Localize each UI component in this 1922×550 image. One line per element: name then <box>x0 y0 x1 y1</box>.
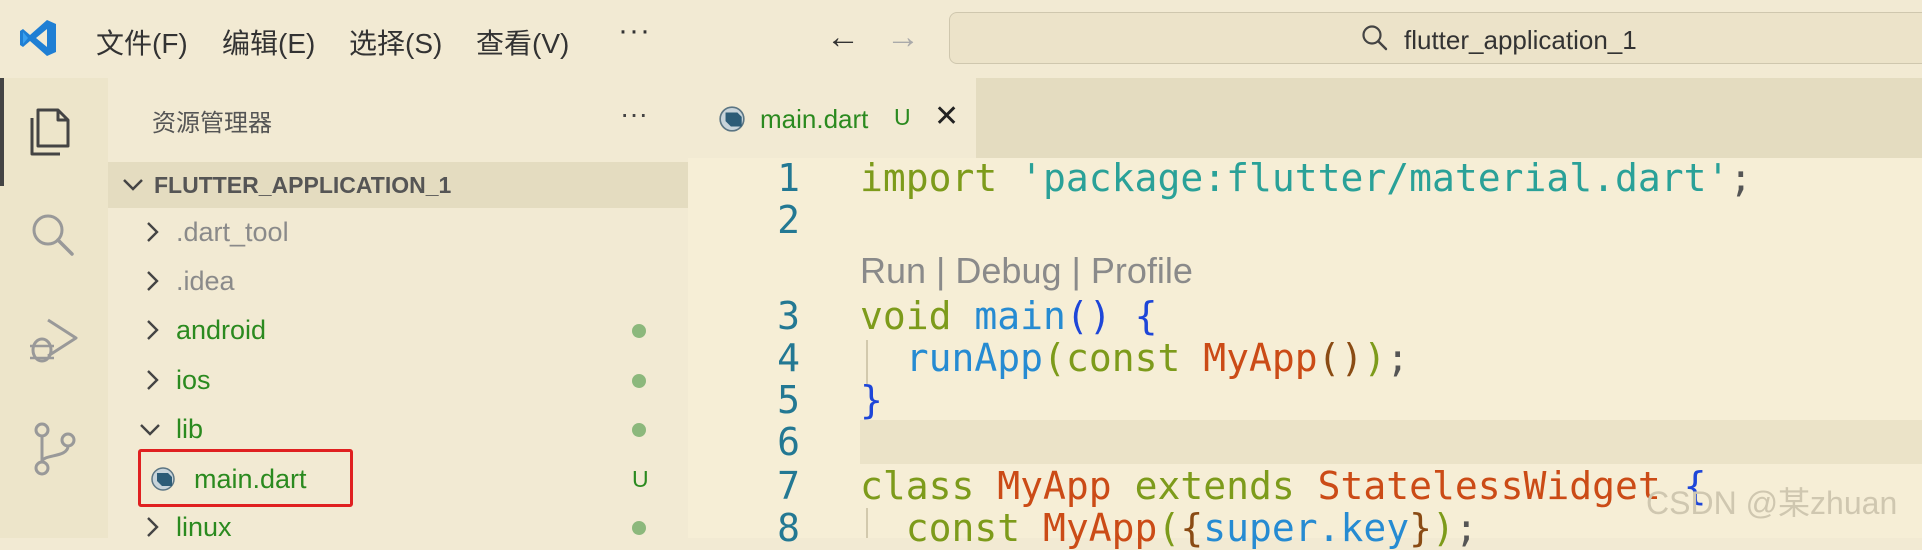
tab-main-dart[interactable]: main.dart U ✕ <box>688 78 976 158</box>
search-text: flutter_application_1 <box>1404 25 1637 55</box>
tree-item-label: lib <box>176 414 204 444</box>
line-number: 1 <box>777 156 800 200</box>
activity-bar <box>0 78 108 538</box>
code-line-1: import 'package:flutter/material.dart'; <box>860 156 1752 200</box>
menu-view[interactable]: 查看(V) <box>476 22 569 62</box>
tree-item-android[interactable]: android <box>108 307 688 353</box>
menu-edit[interactable]: 编辑(E) <box>222 22 315 62</box>
bracket: ( <box>1157 506 1181 550</box>
code-line-5: } <box>860 378 883 422</box>
keyword: const <box>905 506 1021 550</box>
workspace-folder-label: FLUTTER_APPLICATION_1 <box>154 172 452 198</box>
modified-dot <box>632 423 646 437</box>
keyword: extends <box>1134 464 1295 508</box>
workspace-folder-header[interactable]: FLUTTER_APPLICATION_1 <box>108 162 688 208</box>
chevron-down-icon <box>123 179 143 191</box>
tree-item-label: android <box>176 315 267 345</box>
string-literal: 'package:flutter/material.dart' <box>1020 156 1730 200</box>
explorer-more-button[interactable]: ··· <box>620 98 648 130</box>
line-number: 8 <box>777 506 800 550</box>
chevron-right-icon <box>147 517 159 537</box>
tab-untracked-badge: U <box>894 104 911 130</box>
class-name: MyApp <box>997 464 1112 508</box>
identifier: super.key <box>1203 506 1410 550</box>
bracket: () <box>1065 294 1112 338</box>
source-control-icon[interactable] <box>24 418 84 478</box>
code-line-8: const MyApp({super.key}); <box>860 506 1478 550</box>
chevron-right-icon <box>147 271 159 291</box>
tab-label: main.dart <box>760 104 869 134</box>
modified-dot <box>632 324 646 338</box>
tree-item-linux[interactable]: linux <box>108 504 688 550</box>
function-name: runApp <box>905 336 1044 380</box>
csdn-watermark: CSDN @某zhuan <box>1646 485 1898 521</box>
editor-tab-bar: main.dart U ✕ <box>688 78 1922 158</box>
line-number: 6 <box>777 420 800 464</box>
highlight-annotation-box <box>138 449 353 507</box>
dart-file-icon <box>719 106 745 132</box>
keyword: void <box>860 294 952 338</box>
tree-item-label: .dart_tool <box>176 217 289 247</box>
bracket: () <box>1317 336 1364 380</box>
keyword: const <box>1065 336 1181 380</box>
punctuation: ; <box>1454 506 1478 550</box>
tree-item-idea[interactable]: .idea <box>108 258 688 304</box>
command-center-search[interactable]: flutter_application_1 <box>949 12 1922 64</box>
forward-arrow-icon[interactable]: → <box>886 18 920 57</box>
menu-file[interactable]: 文件(F) <box>96 22 188 62</box>
line-number: 4 <box>777 336 800 380</box>
keyword: import <box>860 156 998 200</box>
chevron-down-icon <box>140 424 160 436</box>
bracket: ( <box>1043 336 1066 380</box>
modified-dot <box>632 521 646 535</box>
back-arrow-icon[interactable]: ← <box>826 18 860 57</box>
punctuation: ; <box>1386 336 1410 380</box>
explorer-title: 资源管理器 <box>152 110 272 137</box>
chevron-right-icon <box>147 222 159 242</box>
code-line-7: class MyApp extends StatelessWidget { <box>860 464 1707 508</box>
tree-item-dart-tool[interactable]: .dart_tool <box>108 209 688 255</box>
chevron-right-icon <box>147 370 159 390</box>
tree-item-label: .idea <box>176 266 235 296</box>
punctuation: ; <box>1729 156 1753 200</box>
close-icon[interactable]: ✕ <box>934 99 959 134</box>
code-line-4: runApp(const MyApp()); <box>860 336 1409 380</box>
line-number: 7 <box>777 464 800 508</box>
tree-item-lib[interactable]: lib <box>108 406 688 452</box>
bracket: { <box>1180 506 1204 550</box>
active-indicator <box>0 78 4 186</box>
explorer-files-icon[interactable] <box>24 100 84 160</box>
bracket: { <box>1134 294 1158 338</box>
function-name: main <box>974 294 1066 338</box>
search-icon[interactable] <box>24 206 84 266</box>
chevron-right-icon <box>147 320 159 340</box>
tree-item-ios[interactable]: ios <box>108 357 688 403</box>
bracket: ) <box>1363 336 1387 380</box>
codelens-run-debug-profile[interactable]: Run | Debug | Profile <box>860 250 1193 292</box>
run-debug-icon[interactable] <box>24 312 84 372</box>
bracket: ) <box>1432 506 1455 550</box>
keyword: class <box>860 464 975 508</box>
class-name: MyApp <box>1043 506 1158 550</box>
menu-more-button[interactable]: ··· <box>618 14 651 48</box>
line-number: 3 <box>777 294 800 338</box>
class-name: StatelessWidget <box>1317 464 1661 508</box>
current-line-highlight <box>860 420 1922 464</box>
tree-item-label: linux <box>176 512 232 542</box>
menu-selection[interactable]: 选择(S) <box>349 22 442 62</box>
title-bar: 文件(F) 编辑(E) 选择(S) 查看(V) ··· ← → flutter_… <box>0 0 1922 78</box>
tree-item-label: ios <box>176 365 211 395</box>
vscode-logo-icon[interactable] <box>18 18 58 58</box>
line-number: 2 <box>777 198 800 242</box>
line-number: 5 <box>777 378 800 422</box>
search-icon <box>1362 25 1388 51</box>
code-line-3: void main() { <box>860 294 1157 338</box>
untracked-badge: U <box>632 466 649 492</box>
class-name: MyApp <box>1203 336 1318 380</box>
modified-dot <box>632 374 646 388</box>
bracket: } <box>1409 506 1433 550</box>
bracket: } <box>860 378 883 422</box>
